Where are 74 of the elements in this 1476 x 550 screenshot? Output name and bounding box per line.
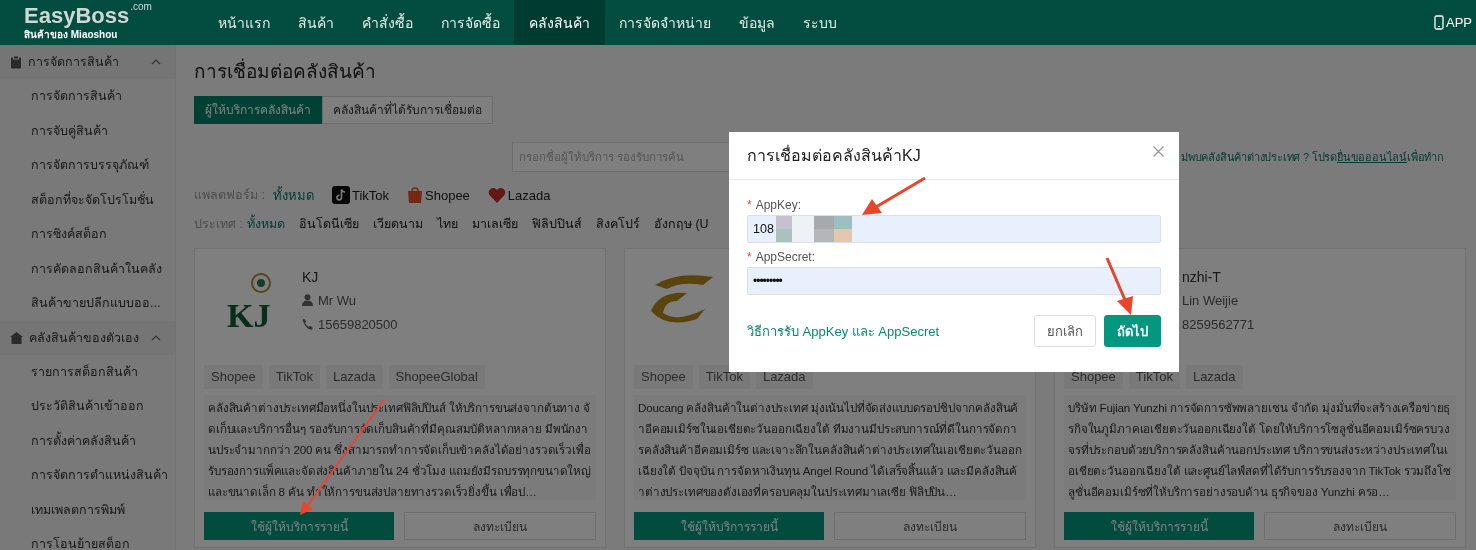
sidebar-group[interactable]: คลังสินค้าของตัวเอง — [0, 320, 175, 355]
platform-option[interactable]: TikTok — [331, 186, 390, 204]
cancel-button[interactable]: ยกเลิก — [1034, 315, 1096, 347]
nav-tab[interactable]: การจัดซื้อ — [427, 0, 514, 45]
phone-number: 8259562771 — [1182, 316, 1255, 332]
platform-tag: Shopee — [634, 365, 693, 389]
nav-tab[interactable]: หน้าแรก — [204, 0, 284, 45]
sidebar-item[interactable]: การจัดการสินค้า — [0, 79, 175, 114]
register-button[interactable]: ลงทะเบียน — [404, 512, 596, 540]
platform-tag: Lazada — [325, 365, 383, 389]
sidebar-item[interactable]: สินค้าขายปลีกแบบออ... — [0, 286, 175, 321]
register-button[interactable]: ลงทะเบียน — [834, 512, 1026, 540]
country-option[interactable]: ไทย — [436, 214, 458, 234]
sidebar-item[interactable]: การโอนย้ายสต็อก — [0, 527, 175, 550]
nav-tab[interactable]: คลังสินค้า — [514, 0, 605, 45]
sidebar-item[interactable]: การจับคู่สินค้า — [0, 113, 175, 148]
nav-tab[interactable]: คำสั่งซื้อ — [348, 0, 427, 45]
field-label: AppKey: — [755, 197, 802, 214]
use-provider-button[interactable]: ใช้ผู้ให้บริการรายนี้ — [634, 512, 824, 540]
nav-tab[interactable]: การจัดจำหน่าย — [605, 0, 725, 45]
country-option[interactable]: มาเลเซีย — [471, 214, 518, 234]
country-option[interactable]: อังกฤษ (U — [653, 214, 709, 234]
sidebar-item[interactable]: การคัดลอกสินค้าในคลัง — [0, 251, 175, 286]
next-button[interactable]: ถัดไป — [1104, 315, 1161, 347]
sidebar-group[interactable]: การจัดการสินค้า — [0, 45, 175, 79]
nav-tab[interactable]: สินค้า — [284, 0, 348, 45]
country-option[interactable]: อินโดนีเซีย — [298, 214, 359, 234]
country-option[interactable]: สิงคโปร์ — [595, 214, 640, 234]
dialog-title: การเชื่อมต่อคลังสินค้าKJ — [747, 144, 921, 166]
contact-name: Mr Wu — [318, 292, 357, 308]
country-option[interactable]: ฟิลิปปินส์ — [531, 214, 582, 234]
sidebar-item[interactable]: การจัดการบรรจุภัณฑ์ — [0, 148, 175, 183]
phone-number: 15659820500 — [318, 316, 398, 332]
platform-option[interactable]: ทั้งหมด — [272, 184, 314, 206]
tab[interactable]: ผู้ให้บริการคลังสินค้า — [194, 96, 322, 124]
use-provider-button[interactable]: ใช้ผู้ให้บริการรายนี้ — [1064, 512, 1254, 540]
app-link[interactable]: APP — [1446, 15, 1472, 30]
input-field[interactable]: ••••••••• — [747, 267, 1161, 295]
required-mark: * — [747, 197, 752, 214]
sidebar-item[interactable]: เทมเพลตการพิมพ์ — [0, 492, 175, 527]
platform-option[interactable]: Lazada — [487, 186, 551, 204]
platform-option[interactable]: Shopee — [407, 186, 470, 204]
help-link[interactable]: วิธีการรับ AppKey และ AppSecret — [747, 320, 940, 342]
register-button[interactable]: ลงทะเบียน — [1264, 512, 1456, 540]
provider-name: nzhi-T — [1182, 268, 1222, 287]
apply-online-link[interactable]: ยื่นขอออนไลน์ — [1337, 151, 1408, 163]
logo[interactable]: EasyBoss — [24, 4, 130, 28]
country-option[interactable]: ทั้งหมด — [246, 214, 285, 234]
contact-name: Lin Weijie — [1182, 292, 1239, 308]
platform-tag: TikTok — [268, 365, 320, 389]
notice-text: ม่พบคลังสินค้าต่างประเทศ ? โปรดยื่นขอออนไลน์เพื่อทำก — [1181, 148, 1445, 165]
use-provider-button[interactable]: ใช้ผู้ให้บริการรายนี้ — [204, 512, 394, 540]
tab[interactable]: คลังสินค้าที่ได้รับการเชื่อมต่อ — [322, 96, 493, 124]
page-title: การเชื่อมต่อคลังสินค้า — [194, 59, 1476, 85]
provider-description: Doucang คลังสินค้าในต่างประเทศ มุ่งเน้นไปที่จัดส่งแบบดรอปชิปจากคลังสินค้าอีคอมเมิร์ซในเอเชียตะวันออกเฉียงใต้ ทีมงานมีประสบการณ์ที่ดีในการจัดการคลังสินค้าอีคอมเมิร์ซ และเจาะลึกในคลังสินค้าต่างประเทศในเอเชียตะวันออกเฉียงใต้ ปัจจุบัน การจัดหาเงินทุน Angel Round ได้เสร็จสิ้นแล้ว และมีคลังสินค้าต่างประเทศของตังเองที่ครอบคลุมในประเทศมาเลเซีย ฟิลิปปิน… — [634, 395, 1026, 500]
logo-suffix: .com — [130, 2, 152, 12]
input-field[interactable]: 108 — [747, 215, 1161, 243]
platform-tag: Shopee — [204, 365, 263, 389]
field-label: AppSecret: — [755, 249, 816, 266]
nav-tab[interactable]: ระบบ — [789, 0, 851, 45]
provider-logo: KJ — [223, 271, 283, 335]
country-option[interactable]: เวียดนาม — [372, 214, 423, 234]
required-mark: * — [747, 249, 752, 266]
platform-tag: Lazada — [1185, 365, 1243, 389]
provider-description: บริษัท Fujian Yunzhi การจัดการซัพพลายเชน จำกัด มุ่งมั่นที่จะสร้างเครือข่ายธุรกิจในภูมิภาคเอเชียตะวันออกเฉียงใต้ โดยให้บริการโซลูชั่นอีคอมเมิร์ซครบวงจรที่ประกอบด้วยบริการคลังสินค้านอกประเทศ บริการขนส่งระหว่างประเทศในเอเชียตะวันออกเฉียงใต้ และศูนย์ไลฟ์สดที่ได้รับการรับรองจาก TikTok รวมถึงโซลูชั่นอีคอมเมิร์ซที่ให้บริการอย่างรอบด้าน ธุรกิจของ Yunzhi ครอ… — [1064, 395, 1456, 500]
sidebar-item[interactable]: การซิงค์สต็อก — [0, 217, 175, 252]
nav-tab[interactable]: ข้อมูล — [725, 0, 789, 45]
logo-tagline: สินค้าของ Miaoshou — [24, 28, 119, 41]
sidebar-item[interactable]: การจัดการตำแหน่งสินค้า — [0, 458, 175, 493]
sidebar-item[interactable]: ประวัติสินค้าเข้าออก — [0, 389, 175, 424]
provider-name: KJ — [302, 268, 320, 287]
platform-tag: ShopeeGlobal — [388, 365, 485, 389]
sidebar-item[interactable]: การตั้งค่าคลังสินค้า — [0, 423, 175, 458]
sidebar-item[interactable]: สต็อกที่จะจัดโปรโมชั่น — [0, 182, 175, 217]
